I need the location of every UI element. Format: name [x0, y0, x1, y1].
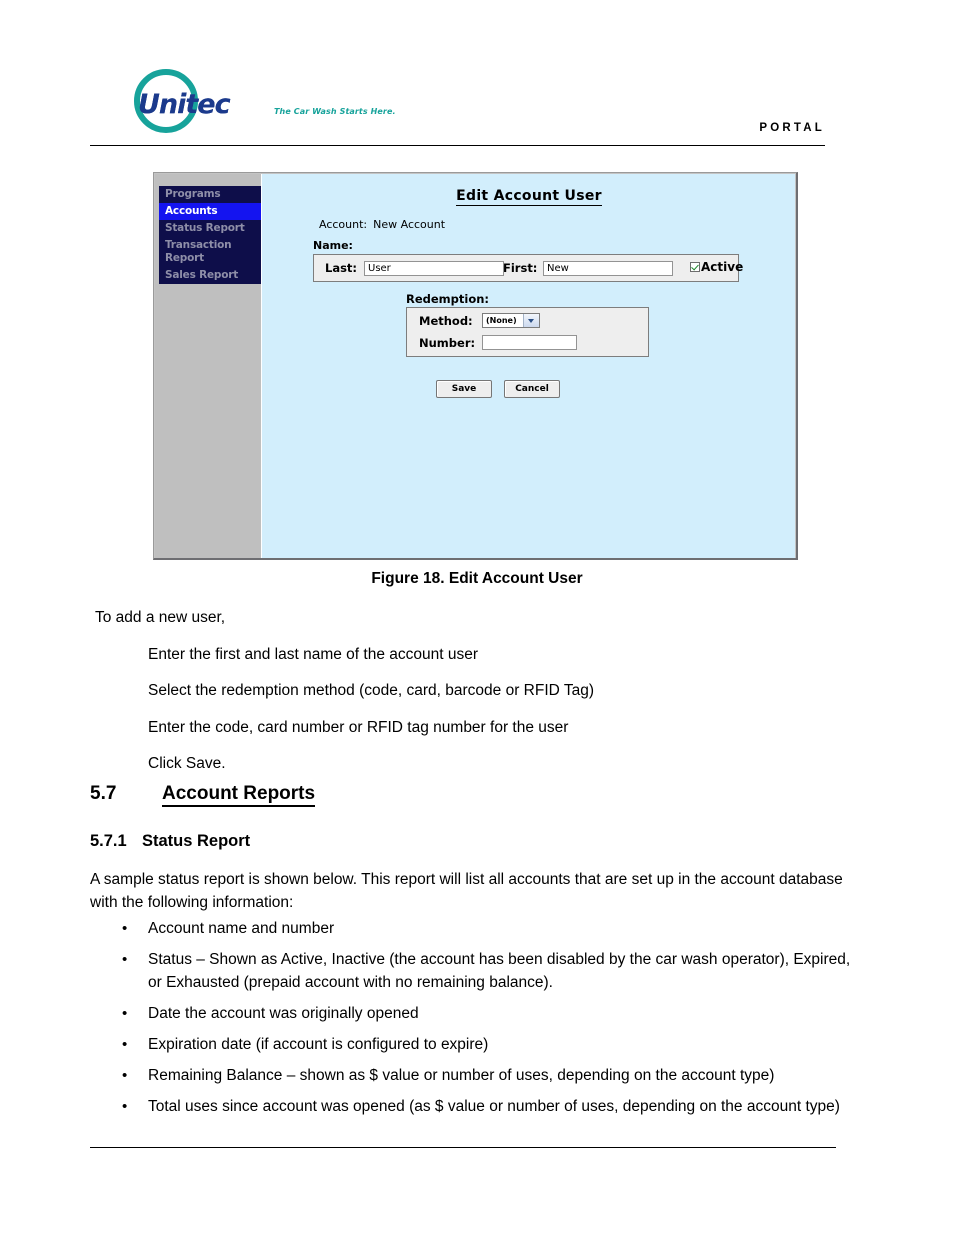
step-line-2: Select the redemption method (code, card… [148, 682, 594, 699]
last-name-label: Last: [325, 261, 358, 275]
method-select[interactable]: (None) [482, 313, 540, 328]
footer-divider [90, 1147, 836, 1148]
list-item: Remaining Balance – shown as $ value or … [90, 1064, 865, 1087]
status-report-bullets: Account name and number Status – Shown a… [90, 917, 865, 1126]
unitec-logo: Unitec The Car Wash Starts Here. [134, 66, 396, 138]
sidebar-item-transaction-report[interactable]: Transaction Report [159, 237, 261, 267]
sidebar-item-sales-report[interactable]: Sales Report [159, 267, 261, 284]
page-title-text: Edit Account User [456, 188, 602, 206]
redemption-fieldset: Method: (None) Number: [406, 307, 649, 357]
document-body: To add a new user, Enter the first and l… [90, 610, 870, 772]
active-checkbox-group[interactable]: Active [690, 260, 743, 274]
portal-label: PORTAL [759, 122, 825, 134]
subsection-number: 5.7.1 [90, 832, 127, 850]
first-name-label: First: [503, 261, 538, 275]
checkmark-icon[interactable] [690, 262, 700, 272]
intro-line: To add a new user, [95, 609, 226, 626]
sidebar-item-programs[interactable]: Programs [159, 186, 261, 203]
number-label: Number: [419, 336, 476, 350]
list-item: Expiration date (if account is configure… [90, 1033, 865, 1056]
first-name-input[interactable]: New [543, 261, 673, 276]
account-row: Account: New Account [319, 218, 445, 231]
status-report-paragraph: A sample status report is shown below. T… [90, 871, 843, 911]
header-divider [90, 145, 825, 146]
method-label: Method: [419, 314, 473, 328]
logo-wordmark: Unitec [138, 89, 231, 120]
sidebar-item-accounts[interactable]: Accounts [159, 203, 261, 220]
app-nav-menu: Programs Accounts Status Report Transact… [159, 186, 261, 284]
section-heading: 5.7 Account Reports [90, 783, 316, 807]
account-label: Account: [319, 218, 368, 231]
figure-screenshot: Programs Accounts Status Report Transact… [153, 172, 798, 560]
app-content-panel: Edit Account User Account: New Account Na… [261, 174, 795, 558]
page-header: Unitec The Car Wash Starts Here. PORTAL [90, 62, 825, 148]
cancel-button[interactable]: Cancel [504, 380, 560, 398]
subsection-title: Status Report [142, 832, 251, 850]
form-button-row: Save Cancel [436, 380, 560, 398]
number-input[interactable] [482, 335, 577, 350]
redemption-section-label: Redemption: [406, 292, 490, 306]
section-title: Account Reports [162, 783, 316, 807]
name-fieldset: Last: User First: New Active [313, 254, 743, 282]
list-item: Account name and number [90, 917, 865, 940]
sidebar-item-status-report[interactable]: Status Report [159, 220, 261, 237]
list-item: Total uses since account was opened (as … [90, 1095, 865, 1118]
app-sidebar: Programs Accounts Status Report Transact… [155, 174, 261, 558]
list-item: Status – Shown as Active, Inactive (the … [90, 948, 865, 994]
method-selected-value: (None) [486, 316, 517, 325]
step-line-4: Click Save. [148, 755, 226, 772]
save-button[interactable]: Save [436, 380, 492, 398]
chevron-down-icon[interactable] [523, 314, 539, 327]
logo-tagline: The Car Wash Starts Here. [274, 107, 396, 116]
section-number: 5.7 [90, 783, 117, 804]
account-value: New Account [373, 218, 446, 231]
active-checkbox-label: Active [701, 260, 744, 274]
last-name-input[interactable]: User [364, 261, 504, 276]
list-item: Date the account was originally opened [90, 1002, 865, 1025]
page-title: Edit Account User [262, 188, 796, 206]
step-line-1: Enter the first and last name of the acc… [148, 645, 478, 663]
subsection-heading: 5.7.1 Status Report [90, 832, 250, 851]
figure-caption: Figure 18. Edit Account User [371, 570, 583, 587]
step-line-3: Enter the code, card number or RFID tag … [148, 718, 569, 736]
name-section-label: Name: [313, 239, 353, 252]
